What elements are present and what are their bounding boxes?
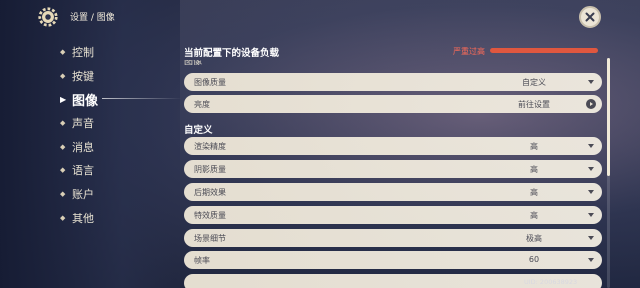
diamond-icon: ◆	[60, 118, 66, 127]
diamond-icon: ◆	[60, 142, 66, 151]
diamond-icon: ◆	[60, 166, 66, 175]
setting-row-frame-rate[interactable]: 帧率 60	[184, 251, 602, 269]
close-icon	[585, 12, 595, 22]
gear-icon	[38, 7, 58, 27]
dropdown-arrow-icon	[588, 213, 594, 217]
nav-item-other[interactable]: ◆ 其他	[60, 206, 98, 230]
setting-row-shadow-quality[interactable]: 阴影质量 高	[184, 160, 602, 178]
device-load-title: 当前配置下的设备负载	[184, 48, 280, 59]
setting-value: 高	[530, 165, 538, 174]
setting-label: 帧率	[194, 256, 210, 265]
nav-item-graphics[interactable]: ▶ 图像	[60, 87, 182, 111]
section-header-custom: 自定义	[184, 125, 213, 136]
dropdown-arrow-icon	[588, 190, 594, 194]
nav-item-account[interactable]: ◆ 账户	[60, 182, 98, 206]
dropdown-arrow-icon	[588, 144, 594, 148]
graphics-settings-list[interactable]: 图像 图像质量 自定义 亮度 前往设置 自定义 渲染精度 高 阴影质量 高 后期…	[184, 60, 602, 288]
setting-label: 场景细节	[194, 234, 226, 243]
setting-row-brightness[interactable]: 亮度 前往设置	[184, 95, 602, 113]
settings-nav: ◆ 控制 ◆ 按键 ▶ 图像 ◆ 声音 ◆ 消息 ◆ 语言 ◆ 账户 ◆ 其他	[60, 40, 182, 230]
nav-item-keys[interactable]: ◆ 按键	[60, 64, 98, 88]
close-button[interactable]	[579, 6, 601, 28]
breadcrumb: 设置 / 图像	[70, 13, 115, 23]
dropdown-arrow-icon	[588, 80, 594, 84]
setting-row-render-resolution[interactable]: 渲染精度 高	[184, 137, 602, 155]
nav-item-label: 控制	[72, 45, 94, 59]
setting-label: 亮度	[194, 100, 210, 109]
dropdown-arrow-icon	[588, 258, 594, 262]
dropdown-arrow-icon	[588, 167, 594, 171]
setting-value: 自定义	[522, 78, 546, 87]
diamond-icon: ◆	[60, 189, 66, 198]
setting-value: 前往设置	[518, 100, 550, 109]
setting-row-scene-detail[interactable]: 场景细节 极高	[184, 229, 602, 247]
dropdown-arrow-icon	[588, 236, 594, 240]
nav-item-label: 声音	[72, 116, 94, 130]
nav-item-label: 账户	[72, 187, 94, 201]
active-indicator-icon: ▶	[60, 94, 67, 104]
setting-row-post-processing[interactable]: 后期效果 高	[184, 183, 602, 201]
nav-item-label: 消息	[72, 140, 94, 154]
setting-label: 渲染精度	[194, 142, 226, 151]
setting-value: 高	[530, 188, 538, 197]
nav-item-label: 其他	[72, 211, 94, 225]
diamond-icon: ◆	[60, 71, 66, 80]
diamond-icon: ◆	[60, 213, 66, 222]
setting-label: 特效质量	[194, 211, 226, 220]
setting-label: 后期效果	[194, 188, 226, 197]
nav-item-label: 语言	[72, 164, 94, 178]
section-header-graphics: 图像	[184, 60, 203, 67]
uid-label: UID: 200638923	[524, 278, 578, 286]
setting-value: 极高	[526, 234, 542, 243]
setting-value: 60	[528, 255, 540, 264]
device-load-status: 严重过高	[453, 47, 485, 56]
nav-item-messages[interactable]: ◆ 消息	[60, 135, 98, 159]
list-scrollbar[interactable]	[607, 58, 610, 288]
setting-value: 高	[530, 142, 538, 151]
setting-label: 阴影质量	[194, 165, 226, 174]
setting-row-effects-quality[interactable]: 特效质量 高	[184, 206, 602, 224]
nav-item-label: 图像	[72, 93, 99, 109]
diamond-icon: ◆	[60, 47, 66, 56]
nav-item-audio[interactable]: ◆ 声音	[60, 111, 98, 135]
scrollbar-thumb[interactable]	[607, 58, 610, 176]
setting-label: 图像质量	[194, 78, 226, 87]
nav-item-controls[interactable]: ◆ 控制	[60, 40, 98, 64]
setting-row-graphics-quality[interactable]: 图像质量 自定义	[184, 73, 602, 91]
go-arrow-icon	[586, 99, 596, 109]
setting-value: 高	[530, 211, 538, 220]
active-underline	[102, 98, 182, 100]
nav-item-language[interactable]: ◆ 语言	[60, 158, 98, 182]
device-load-bar	[490, 48, 598, 53]
nav-item-label: 按键	[72, 69, 94, 83]
